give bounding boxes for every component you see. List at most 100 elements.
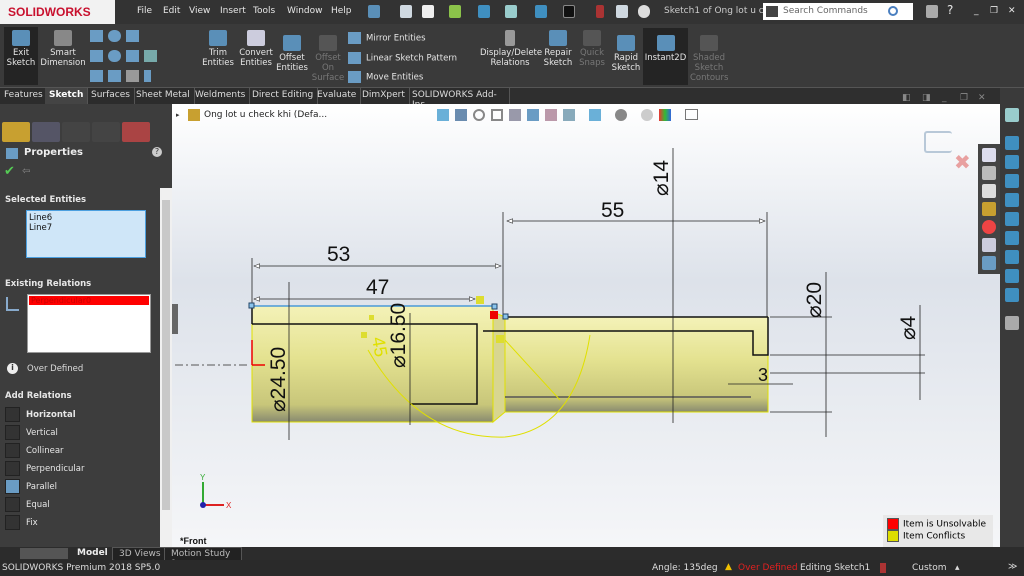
add-relations-header[interactable]: Add Relations <box>5 391 72 401</box>
view-top-icon[interactable] <box>1005 212 1019 226</box>
help-icon[interactable]: ? <box>152 147 162 157</box>
design-library-icon[interactable] <box>982 166 996 180</box>
viewport-next-icon[interactable]: ◨ <box>922 93 931 103</box>
dimension-55[interactable]: 55 <box>601 199 624 222</box>
pin-icon[interactable] <box>368 5 380 18</box>
view-trimetric-icon[interactable] <box>1005 269 1019 283</box>
custom-properties-icon[interactable] <box>982 238 996 252</box>
rectangle-tools[interactable] <box>90 50 162 62</box>
dimension-dia-14[interactable]: ⌀14 <box>650 160 673 196</box>
list-item[interactable]: Perpendicular0 <box>29 296 149 305</box>
undo-icon[interactable] <box>535 5 547 18</box>
quick-snaps-button[interactable]: Quick Snaps <box>577 30 607 68</box>
add-vertical[interactable]: Vertical <box>5 425 58 440</box>
customize-icon[interactable]: ≫ <box>1008 562 1017 572</box>
horizontal-relation-marker[interactable] <box>361 332 367 338</box>
pushpin-icon[interactable]: ⇦ <box>22 166 30 177</box>
convert-entities-button[interactable]: Convert Entities <box>237 30 275 68</box>
linear-sketch-pattern-button[interactable]: Linear Sketch Pattern <box>348 52 457 64</box>
exit-sketch-button[interactable]: Exit Sketch <box>4 27 38 85</box>
dimension-53[interactable]: 53 <box>327 243 350 266</box>
trim-entities-button[interactable]: Trim Entities <box>200 30 236 68</box>
home-icon[interactable] <box>400 5 412 18</box>
help-icon[interactable]: ? <box>947 3 953 17</box>
units-selector[interactable]: Custom <box>912 563 946 573</box>
open-icon[interactable] <box>449 5 461 18</box>
add-parallel[interactable]: Parallel <box>5 479 57 494</box>
scrollbar-thumb[interactable] <box>162 200 170 510</box>
minimize-icon[interactable]: _ <box>974 6 979 16</box>
selected-entities-header[interactable]: Selected Entities <box>5 195 86 205</box>
view-palette-icon[interactable] <box>982 202 996 216</box>
appearances-icon[interactable] <box>982 220 996 234</box>
status-over-defined[interactable]: Over Defined <box>738 563 798 573</box>
parallel-relation-marker[interactable] <box>496 335 504 343</box>
tab-features[interactable]: Features <box>0 88 48 104</box>
configuration-manager-tab[interactable] <box>62 122 90 142</box>
dimension-47[interactable]: 47 <box>366 276 389 299</box>
file-explorer-icon[interactable] <box>982 184 996 198</box>
add-perpendicular[interactable]: Perpendicular <box>5 461 84 476</box>
rebuild-status-icon[interactable] <box>880 563 886 573</box>
tab-evaluate[interactable]: Evaluate <box>313 88 362 104</box>
view-isometric-icon[interactable] <box>1005 250 1019 264</box>
tab-solidworks-add-ins[interactable]: SOLIDWORKS Add-Ins <box>408 88 510 110</box>
display-manager-tab[interactable] <box>122 122 150 142</box>
add-fix[interactable]: Fix <box>5 515 38 530</box>
list-item[interactable]: Line6 <box>29 213 143 223</box>
dimension-dia-20[interactable]: ⌀20 <box>803 282 826 318</box>
conflict-marker[interactable] <box>490 311 498 319</box>
menu-edit[interactable]: Edit <box>163 6 180 16</box>
selected-entities-list[interactable]: Line6 Line7 <box>26 210 146 258</box>
panel-scrollbar[interactable] <box>160 188 172 547</box>
solidworks-logo[interactable]: SOLIDWORKS <box>0 0 115 24</box>
close-icon[interactable]: ✕ <box>1008 6 1016 16</box>
menu-view[interactable]: View <box>189 6 210 16</box>
select-cursor-icon[interactable] <box>563 5 575 18</box>
save-icon[interactable] <box>478 5 490 18</box>
parallel-relation-marker[interactable] <box>476 296 484 304</box>
line-tools[interactable] <box>90 30 144 42</box>
panel-collapse-handle[interactable] <box>172 304 178 334</box>
offset-entities-button[interactable]: Offset Entities <box>276 35 308 73</box>
search-icon[interactable] <box>888 6 898 16</box>
sketch-drawing[interactable]: 53 47 55 3 ⌀14 ⌀20 ⌀4 ⌀24.50 ⌀16.50 45 X… <box>172 104 1000 547</box>
property-manager-tab[interactable] <box>32 122 60 142</box>
units-dropdown-icon[interactable]: ▴ <box>955 563 960 573</box>
tab-weldments[interactable]: Weldments <box>191 88 251 104</box>
add-collinear[interactable]: Collinear <box>5 443 64 458</box>
user-icon[interactable] <box>926 5 938 18</box>
viewport-prev-icon[interactable]: ◧ <box>902 93 911 103</box>
view-right-icon[interactable] <box>1005 193 1019 207</box>
view-front-icon[interactable] <box>1005 136 1019 150</box>
restore-icon[interactable]: ❐ <box>990 6 998 16</box>
tab-3d-views[interactable]: 3D Views <box>112 547 168 561</box>
file-properties-icon[interactable] <box>616 5 628 18</box>
dimension-dia-24-50[interactable]: ⌀24.50 <box>267 347 290 412</box>
view-left-icon[interactable] <box>1005 174 1019 188</box>
horizontal-relation-marker[interactable] <box>369 315 374 320</box>
view-back-icon[interactable] <box>1005 155 1019 169</box>
view-palette-pin-icon[interactable] <box>1005 108 1019 122</box>
feature-manager-tab[interactable] <box>2 122 30 142</box>
menu-file[interactable]: File <box>137 6 152 16</box>
options-gear-icon[interactable] <box>638 5 650 18</box>
solidworks-resources-icon[interactable] <box>982 148 996 162</box>
dimension-dia-4[interactable]: ⌀4 <box>897 315 920 340</box>
existing-relations-list[interactable]: Perpendicular0 <box>27 294 151 353</box>
smart-dimension-button[interactable]: Smart Dimension <box>40 30 86 68</box>
tab-model[interactable]: Model <box>77 548 108 558</box>
rebuild-icon[interactable] <box>596 5 604 18</box>
dimension-dia-16-50[interactable]: ⌀16.50 <box>387 303 410 368</box>
dimension-angle-45[interactable]: 45 <box>368 335 391 358</box>
offset-on-surface-button[interactable]: Offset On Surface <box>311 35 345 83</box>
view-dimetric-icon[interactable] <box>1005 288 1019 302</box>
existing-relations-header[interactable]: Existing Relations <box>5 279 91 289</box>
viewport-restore-icon[interactable]: ❐ <box>960 93 968 103</box>
tab-sketch[interactable]: Sketch <box>45 88 89 104</box>
viewport-minimize-icon[interactable]: _ <box>942 93 947 103</box>
tab-scroll-arrows[interactable] <box>20 548 68 559</box>
dimension-3[interactable]: 3 <box>758 365 768 385</box>
ok-check-icon[interactable]: ✔ <box>4 164 15 179</box>
menu-tools[interactable]: Tools <box>253 6 275 16</box>
